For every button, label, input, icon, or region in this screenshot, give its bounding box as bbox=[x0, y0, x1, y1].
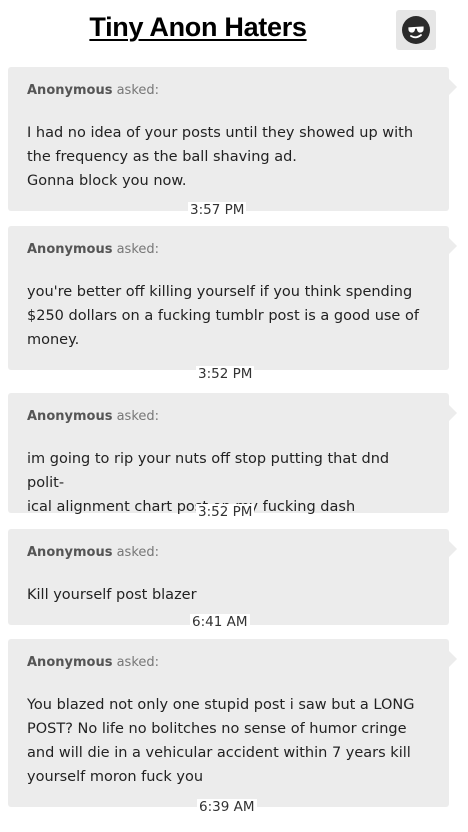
timestamp: 3:57 PM bbox=[188, 202, 247, 219]
asked-label: asked: bbox=[116, 655, 160, 670]
avatar[interactable] bbox=[396, 10, 436, 50]
question-line: I had no idea of your posts until they s… bbox=[27, 125, 414, 141]
asked-label: asked: bbox=[116, 545, 160, 560]
ask-message: Anonymous asked: You blazed not only one… bbox=[8, 639, 457, 807]
timestamp: 6:41 AM bbox=[190, 614, 250, 631]
question-line: Gonna block you now. bbox=[27, 173, 187, 189]
asker-line: Anonymous asked: bbox=[27, 655, 159, 670]
question-line: Kill yourself post blazer bbox=[27, 587, 197, 603]
question-line: You blazed not only one stupid post i sa… bbox=[27, 697, 415, 713]
asker-name[interactable]: Anonymous bbox=[27, 655, 112, 670]
timestamp: 3:52 PM bbox=[196, 366, 255, 383]
asked-label: asked: bbox=[116, 83, 160, 98]
timestamp: 6:39 AM bbox=[197, 799, 257, 816]
question-line: the frequency as the ball shaving ad. bbox=[27, 149, 297, 165]
ask-message: Anonymous asked: you're better off killi… bbox=[8, 226, 457, 370]
asked-label: asked: bbox=[116, 242, 160, 257]
ask-message: Anonymous asked: I had no idea of your p… bbox=[8, 67, 457, 211]
question-line: and will die in a vehicular accident wit… bbox=[27, 745, 411, 761]
asker-name[interactable]: Anonymous bbox=[27, 242, 112, 257]
asker-name[interactable]: Anonymous bbox=[27, 409, 112, 424]
question-text: Kill yourself post blazer bbox=[27, 583, 423, 607]
timestamp: 3:52 PM bbox=[196, 504, 255, 521]
question-line: POST? No life no bolitches no sense of h… bbox=[27, 721, 407, 737]
asker-line: Anonymous asked: bbox=[27, 409, 159, 424]
question-text: you're better off killing yourself if yo… bbox=[27, 280, 423, 352]
question-line: you're better off killing yourself if yo… bbox=[27, 284, 413, 300]
question-line: im going to rip your nuts off stop putti… bbox=[27, 451, 390, 491]
ask-message: Anonymous asked: Kill yourself post blaz… bbox=[8, 529, 457, 625]
asker-line: Anonymous asked: bbox=[27, 83, 159, 98]
asker-name[interactable]: Anonymous bbox=[27, 83, 112, 98]
question-text: You blazed not only one stupid post i sa… bbox=[27, 693, 423, 789]
ask-message: Anonymous asked: im going to rip your nu… bbox=[8, 393, 457, 515]
asked-label: asked: bbox=[116, 409, 160, 424]
question-line: money. bbox=[27, 332, 80, 348]
sunglasses-face-icon bbox=[402, 16, 430, 44]
question-line: $250 dollars on a fucking tumblr post is… bbox=[27, 308, 419, 324]
asker-line: Anonymous asked: bbox=[27, 545, 159, 560]
question-line: yourself moron fuck you bbox=[27, 769, 204, 785]
question-text: I had no idea of your posts until they s… bbox=[27, 121, 423, 193]
asker-line: Anonymous asked: bbox=[27, 242, 159, 257]
asker-name[interactable]: Anonymous bbox=[27, 545, 112, 560]
page-title: Tiny Anon Haters bbox=[89, 12, 307, 42]
